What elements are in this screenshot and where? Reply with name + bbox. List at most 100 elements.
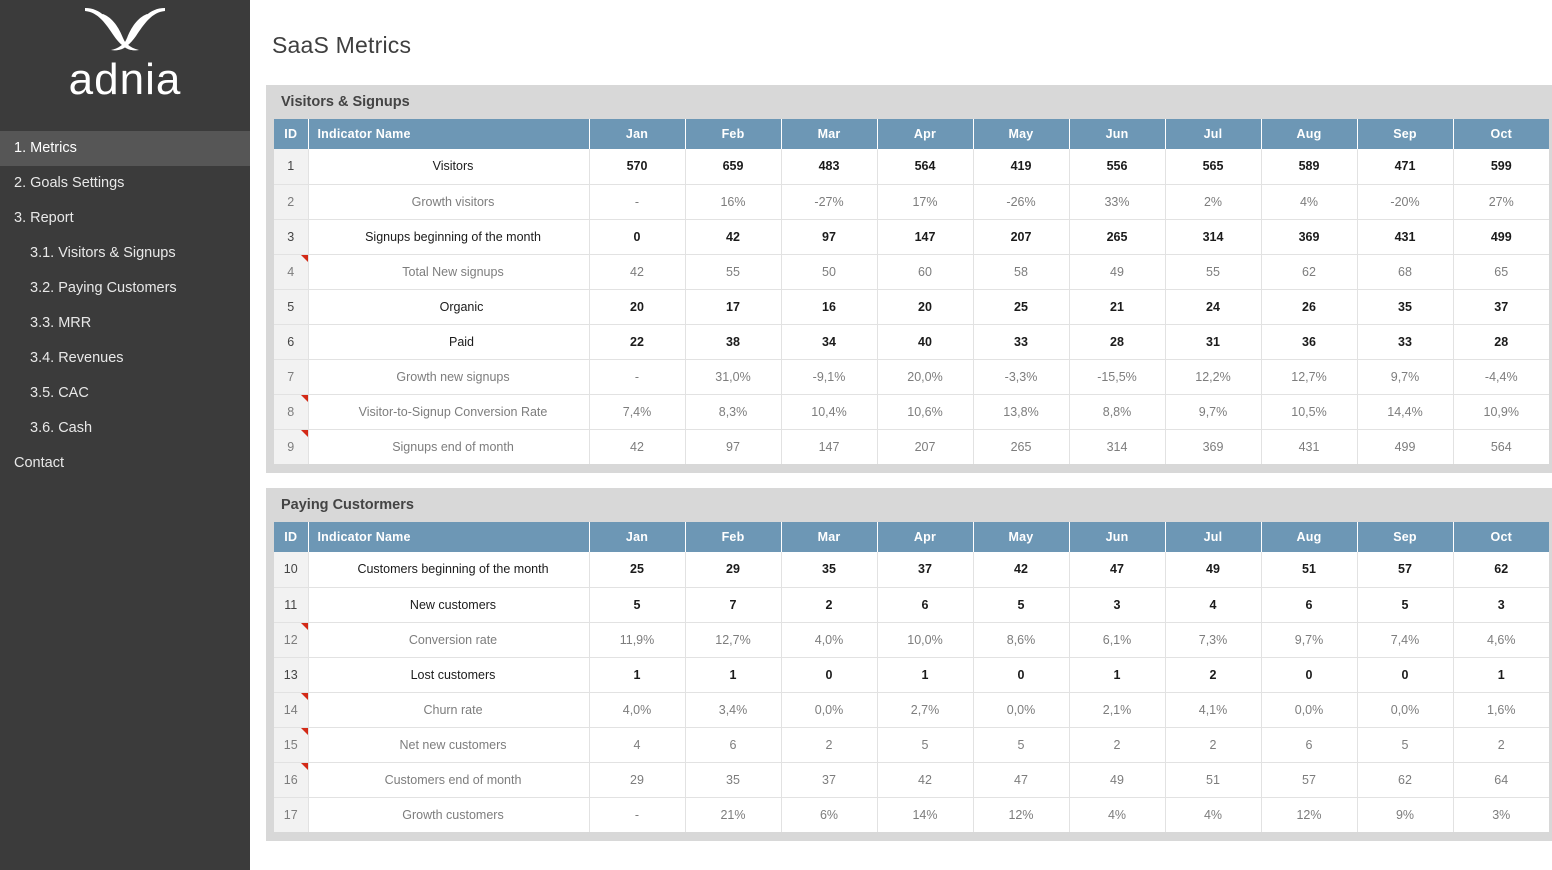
indicator-name-cell: Growth visitors [308,184,590,220]
value-cell-aug: 51 [1261,552,1358,588]
column-header-apr[interactable]: Apr [877,119,974,149]
brand-logo[interactable]: adnia [0,0,250,131]
sidebar-item-3-report[interactable]: 3. Report [0,201,250,236]
column-header-feb[interactable]: Feb [685,522,782,552]
sidebar-item-3-1-visitors-signups[interactable]: 3.1. Visitors & Signups [0,236,250,271]
column-header-mar[interactable]: Mar [781,522,878,552]
sidebar-item-3-6-cash[interactable]: 3.6. Cash [0,411,250,446]
value-cell-mar: 483 [781,149,878,185]
value-cell-mar: 37 [781,762,878,798]
table-row[interactable]: 10 Customers beginning of the month 25 29 35… [274,552,1549,588]
value-cell-mar: 2 [781,727,878,763]
column-header-oct[interactable]: Oct [1453,119,1549,149]
value-cell-aug: 57 [1261,762,1358,798]
table-header-row: ID Indicator Name Jan Feb Mar Apr May Jun Jul Aug… [274,119,1549,149]
row-id-cell: 1 [274,149,309,185]
column-header-mar[interactable]: Mar [781,119,878,149]
indicator-name-cell: Conversion rate [308,622,590,658]
sidebar-item-3-4-revenues[interactable]: 3.4. Revenues [0,341,250,376]
column-header-id[interactable]: ID [274,119,309,149]
column-header-jun[interactable]: Jun [1069,522,1166,552]
table-row[interactable]: 13 Lost customers 1 1 0 1 0 1 2 0 0 1 [274,657,1549,693]
column-header-jul[interactable]: Jul [1165,119,1262,149]
value-cell-aug: 369 [1261,219,1358,255]
column-header-indicator-name[interactable]: Indicator Name [308,119,590,149]
value-cell-jun: 21 [1069,289,1166,325]
value-cell-may: 5 [973,727,1070,763]
column-header-sep[interactable]: Sep [1357,119,1454,149]
column-header-indicator-name[interactable]: Indicator Name [308,522,590,552]
column-header-apr[interactable]: Apr [877,522,974,552]
table-row[interactable]: 6 Paid 22 38 34 40 33 28 31 36 33 28 [274,324,1549,360]
value-cell-jul: 2 [1165,657,1262,693]
column-header-sep[interactable]: Sep [1357,522,1454,552]
column-header-jan[interactable]: Jan [589,522,686,552]
row-id-label: 11 [284,597,298,612]
sidebar-item-label: 3.3. MRR [30,315,92,331]
value-cell-apr: 6 [877,587,974,623]
sidebar-item-label: 1. Metrics [14,140,77,156]
column-header-aug[interactable]: Aug [1261,119,1358,149]
comment-marker-icon [300,762,308,770]
value-cell-jan: - [589,359,686,395]
column-header-jun[interactable]: Jun [1069,119,1166,149]
table-row[interactable]: 2 Growth visitors -16% -27% 17% -26% 33% 2% 4% -2… [274,184,1549,220]
panel-title: Paying Custormers [281,497,414,513]
row-id-cell: 15 [274,727,309,763]
value-cell-sep: 431 [1357,219,1454,255]
value-cell-feb: 42 [685,219,782,255]
column-header-oct[interactable]: Oct [1453,522,1549,552]
column-header-id[interactable]: ID [274,522,309,552]
value-cell-mar: 147 [781,429,878,464]
value-cell-jul: 7,3% [1165,622,1262,658]
value-cell-jul: 565 [1165,149,1262,185]
value-cell-feb: 3,4% [685,692,782,728]
table-row[interactable]: 17 Growth customers -21% 6% 14% 12% 4% 4% 12% 9% 3… [274,797,1549,832]
sidebar-item-3-3-mrr[interactable]: 3.3. MRR [0,306,250,341]
value-cell-aug: 62 [1261,254,1358,290]
table-row[interactable]: 5 Organic 20 17 16 20 25 21 24 26 35 37 [274,289,1549,325]
value-cell-aug: 9,7% [1261,622,1358,658]
sidebar-item-3-5-cac[interactable]: 3.5. CAC [0,376,250,411]
value-cell-aug: 36 [1261,324,1358,360]
table-row[interactable]: 7 Growth new signups -31,0% -9,1% 20,0% -3,3%… [274,359,1549,395]
sidebar-item-1-metrics[interactable]: 1. Metrics [0,131,250,166]
value-cell-oct: 499 [1453,219,1549,255]
table-row[interactable]: 8 Visitor-to-Signup Conversion Rate 7,4% 8,… [274,394,1549,430]
value-cell-jun: 265 [1069,219,1166,255]
sidebar-item-contact[interactable]: Contact [0,446,250,481]
value-cell-jan: 7,4% [589,394,686,430]
table-row[interactable]: 11 New customers 5 7 2 6 5 3 4 6 5 3 [274,587,1549,623]
row-id-label: 7 [287,369,295,384]
column-header-feb[interactable]: Feb [685,119,782,149]
table-row[interactable]: 9 Signups end of month 42 97 147 207 265 314 369… [274,429,1549,464]
value-cell-jun: 2,1% [1069,692,1166,728]
indicator-name-cell: Organic [308,289,590,325]
value-cell-oct: 65 [1453,254,1549,290]
row-id-cell: 10 [274,552,309,588]
value-cell-jan: 4,0% [589,692,686,728]
column-header-jan[interactable]: Jan [589,119,686,149]
row-id-label: 12 [283,632,298,647]
table-row[interactable]: 14 Churn rate 4,0% 3,4% 0,0% 2,7% 0,0% 2,1% 4,1%… [274,692,1549,728]
column-header-may[interactable]: May [973,522,1070,552]
table-row[interactable]: 16 Customers end of month 29 35 37 42 47 49 51 57… [274,762,1549,798]
value-cell-jan: - [589,797,686,832]
table-row[interactable]: 4 Total New signups 42 55 50 60 58 49 55 62 68 65 [274,254,1549,290]
value-cell-feb: 8,3% [685,394,782,430]
value-cell-apr: 147 [877,219,974,255]
sidebar-item-3-2-paying-customers[interactable]: 3.2. Paying Customers [0,271,250,306]
table-row[interactable]: 12 Conversion rate 11,9% 12,7% 4,0% 10,0% 8,6%… [274,622,1549,658]
value-cell-may: 5 [973,587,1070,623]
value-cell-aug: 10,5% [1261,394,1358,430]
column-header-may[interactable]: May [973,119,1070,149]
row-id-cell: 11 [274,587,309,623]
sidebar-item-2-goals-settings[interactable]: 2. Goals Settings [0,166,250,201]
table-row[interactable]: 3 Signups beginning of the month 0 42 97 147 2… [274,219,1549,255]
table-row[interactable]: 15 Net new customers 4 6 2 5 5 2 2 6 5 2 [274,727,1549,763]
value-cell-oct: 3% [1492,807,1511,822]
table-row[interactable]: 1 Visitors 570 659 483 564 419 556 565 589 471 599 [274,149,1549,185]
value-cell-apr: 37 [877,552,974,588]
column-header-aug[interactable]: Aug [1261,522,1358,552]
column-header-jul[interactable]: Jul [1165,522,1262,552]
